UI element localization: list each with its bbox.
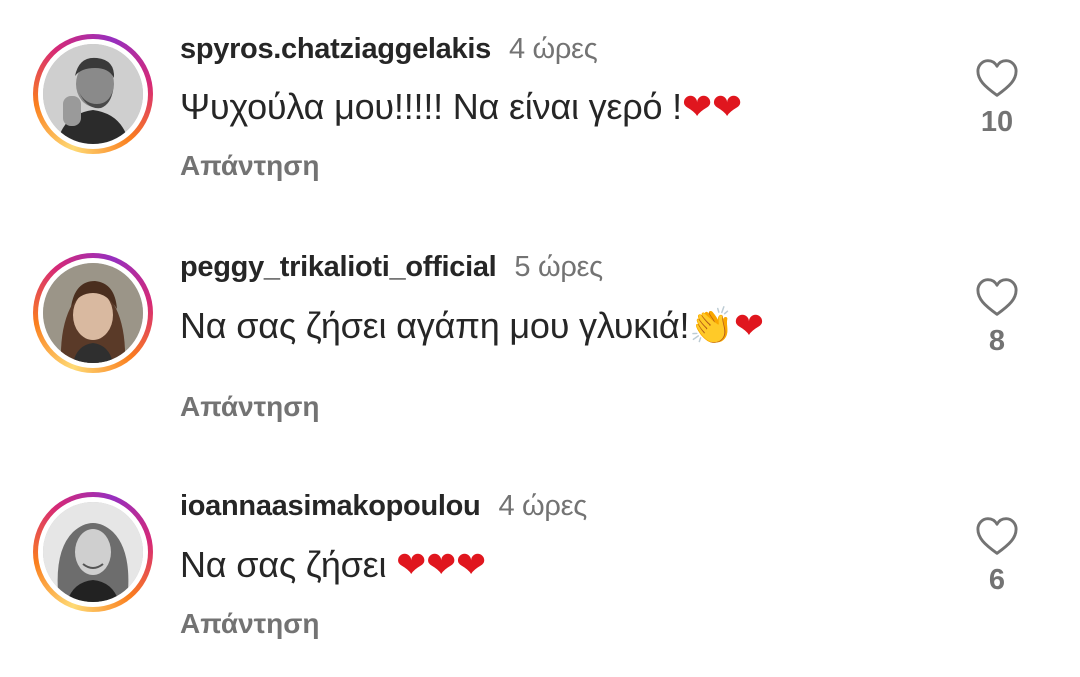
red-heart-emoji-icon: ❤	[456, 545, 487, 586]
comment-item: ioannaasimakopoulou 4 ώρες Να σας ζήσει ❤…	[0, 0, 1080, 677]
avatar[interactable]	[43, 502, 143, 602]
red-heart-emoji-icon: ❤	[426, 545, 457, 586]
username-text[interactable]: ioannaasimakopoulou	[180, 490, 481, 522]
avatar-photo	[43, 502, 143, 602]
story-ring[interactable]	[33, 492, 153, 612]
heart-outline-icon[interactable]	[975, 516, 1019, 556]
red-heart-emoji-icon: ❤	[396, 545, 427, 586]
like-control: 6	[970, 516, 1024, 597]
like-count: 6	[988, 564, 1006, 596]
comment-username[interactable]: ioannaasimakopoulou 4 ώρες	[180, 490, 587, 523]
comment-text: Να σας ζήσει ❤❤❤	[180, 544, 486, 586]
reply-button[interactable]: Απάντηση	[180, 608, 320, 640]
comment-time: 4 ώρες	[498, 490, 587, 522]
comment-body: Να σας ζήσει	[180, 544, 397, 585]
